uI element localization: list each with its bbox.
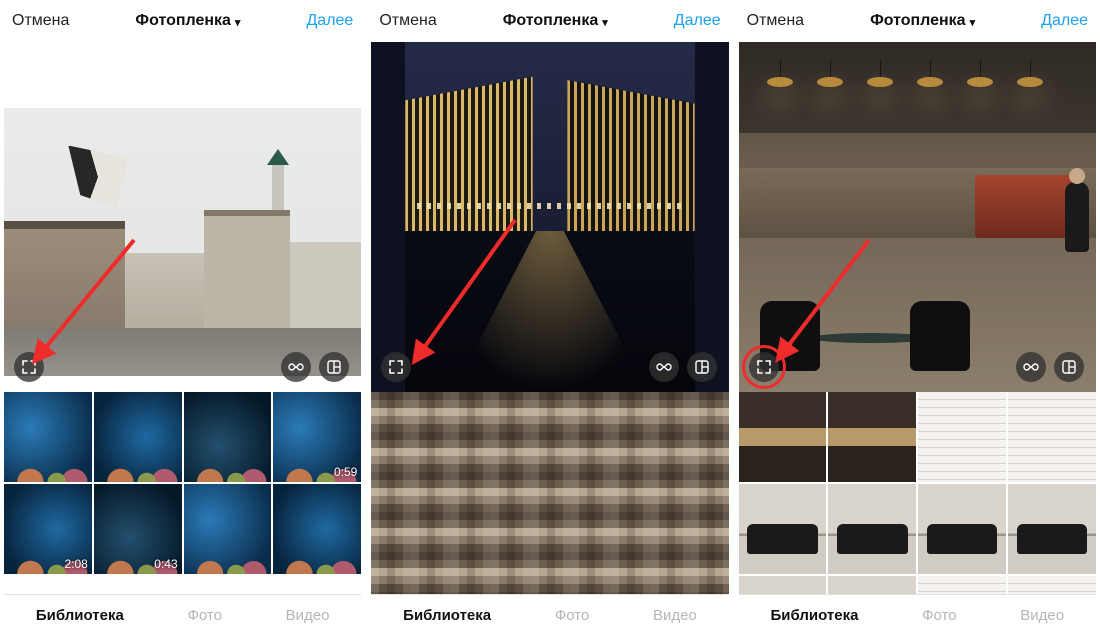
thumbnail[interactable] bbox=[184, 392, 272, 482]
tab-library[interactable]: Библиотека bbox=[36, 607, 124, 624]
thumbnail[interactable] bbox=[828, 484, 916, 574]
tab-video[interactable]: Видео bbox=[1020, 607, 1064, 624]
expand-icon bbox=[22, 360, 36, 374]
multi-select-button[interactable] bbox=[687, 352, 717, 382]
thumbnail[interactable] bbox=[828, 576, 916, 594]
thumbnail[interactable] bbox=[4, 392, 92, 482]
multi-select-button[interactable] bbox=[1054, 352, 1084, 382]
thumbnail[interactable] bbox=[1008, 392, 1096, 482]
bottom-tabs: Библиотека Фото Видео bbox=[4, 594, 361, 635]
album-picker[interactable]: Фотопленка ▾ bbox=[503, 12, 608, 30]
album-title: Фотопленка bbox=[135, 12, 231, 30]
tab-library[interactable]: Библиотека bbox=[770, 607, 858, 624]
collage-icon bbox=[695, 360, 709, 374]
thumbnail[interactable]: 0:43 bbox=[94, 484, 182, 574]
tab-library[interactable]: Библиотека bbox=[403, 607, 491, 624]
thumbnail[interactable] bbox=[918, 576, 1006, 594]
thumbnail[interactable] bbox=[1008, 576, 1096, 594]
preview-image bbox=[405, 42, 694, 392]
boomerang-button[interactable] bbox=[1016, 352, 1046, 382]
multi-select-button[interactable] bbox=[319, 352, 349, 382]
preview-area[interactable] bbox=[371, 42, 728, 392]
thumbnail-blurred[interactable] bbox=[371, 392, 728, 594]
thumbnail-grid[interactable] bbox=[739, 392, 1096, 594]
thumbnail[interactable] bbox=[739, 392, 827, 482]
thumbnail-grid[interactable]: 0:59 2:08 0:43 bbox=[4, 392, 361, 594]
infinity-icon bbox=[655, 362, 673, 372]
album-picker[interactable]: Фотопленка ▾ bbox=[870, 12, 975, 30]
thumbnail-grid[interactable] bbox=[371, 392, 728, 594]
bottom-tabs: Библиотека Фото Видео bbox=[739, 594, 1096, 635]
infinity-icon bbox=[1022, 362, 1040, 372]
video-duration: 2:08 bbox=[64, 557, 87, 571]
thumbnail[interactable] bbox=[94, 392, 182, 482]
cancel-button[interactable]: Отмена bbox=[12, 12, 69, 30]
next-button[interactable]: Далее bbox=[306, 12, 353, 30]
screen-3: Отмена Фотопленка ▾ Далее bbox=[739, 0, 1096, 635]
thumbnail[interactable]: 0:59 bbox=[273, 392, 361, 482]
topbar: Отмена Фотопленка ▾ Далее bbox=[4, 0, 361, 42]
expand-icon bbox=[757, 360, 771, 374]
expand-crop-button[interactable] bbox=[14, 352, 44, 382]
thumbnail[interactable]: 2:08 bbox=[4, 484, 92, 574]
thumbnail[interactable] bbox=[184, 484, 272, 574]
chevron-down-icon: ▾ bbox=[602, 16, 608, 29]
preview-area[interactable] bbox=[739, 42, 1096, 392]
thumbnail[interactable] bbox=[739, 576, 827, 594]
cancel-button[interactable]: Отмена bbox=[379, 12, 436, 30]
topbar: Отмена Фотопленка ▾ Далее bbox=[371, 0, 728, 42]
preview-area[interactable] bbox=[4, 42, 361, 392]
thumbnail[interactable] bbox=[918, 392, 1006, 482]
collage-icon bbox=[327, 360, 341, 374]
video-duration: 0:59 bbox=[334, 465, 357, 479]
thumbnail[interactable] bbox=[273, 484, 361, 574]
infinity-icon bbox=[287, 362, 305, 372]
tab-video[interactable]: Видео bbox=[653, 607, 697, 624]
tab-video[interactable]: Видео bbox=[286, 607, 330, 624]
album-title: Фотопленка bbox=[503, 12, 599, 30]
album-title: Фотопленка bbox=[870, 12, 966, 30]
album-picker[interactable]: Фотопленка ▾ bbox=[135, 12, 240, 30]
screen-2: Отмена Фотопленка ▾ Далее bbox=[371, 0, 728, 635]
tab-photo[interactable]: Фото bbox=[555, 607, 589, 624]
chevron-down-icon: ▾ bbox=[970, 16, 976, 29]
screen-1: Отмена Фотопленка ▾ Далее bbox=[4, 0, 361, 635]
preview-image bbox=[739, 42, 1096, 133]
expand-crop-button[interactable] bbox=[749, 352, 779, 382]
tab-photo[interactable]: Фото bbox=[187, 607, 221, 624]
collage-icon bbox=[1062, 360, 1076, 374]
thumbnail[interactable] bbox=[739, 484, 827, 574]
chevron-down-icon: ▾ bbox=[235, 16, 241, 29]
bottom-tabs: Библиотека Фото Видео bbox=[371, 594, 728, 635]
cancel-button[interactable]: Отмена bbox=[747, 12, 804, 30]
thumbnail[interactable] bbox=[918, 484, 1006, 574]
topbar: Отмена Фотопленка ▾ Далее bbox=[739, 0, 1096, 42]
thumbnail[interactable] bbox=[828, 392, 916, 482]
boomerang-button[interactable] bbox=[281, 352, 311, 382]
next-button[interactable]: Далее bbox=[1041, 12, 1088, 30]
boomerang-button[interactable] bbox=[649, 352, 679, 382]
next-button[interactable]: Далее bbox=[674, 12, 721, 30]
preview-image bbox=[4, 108, 361, 376]
thumbnail[interactable] bbox=[1008, 484, 1096, 574]
video-duration: 0:43 bbox=[154, 557, 177, 571]
expand-icon bbox=[389, 360, 403, 374]
tab-photo[interactable]: Фото bbox=[922, 607, 956, 624]
